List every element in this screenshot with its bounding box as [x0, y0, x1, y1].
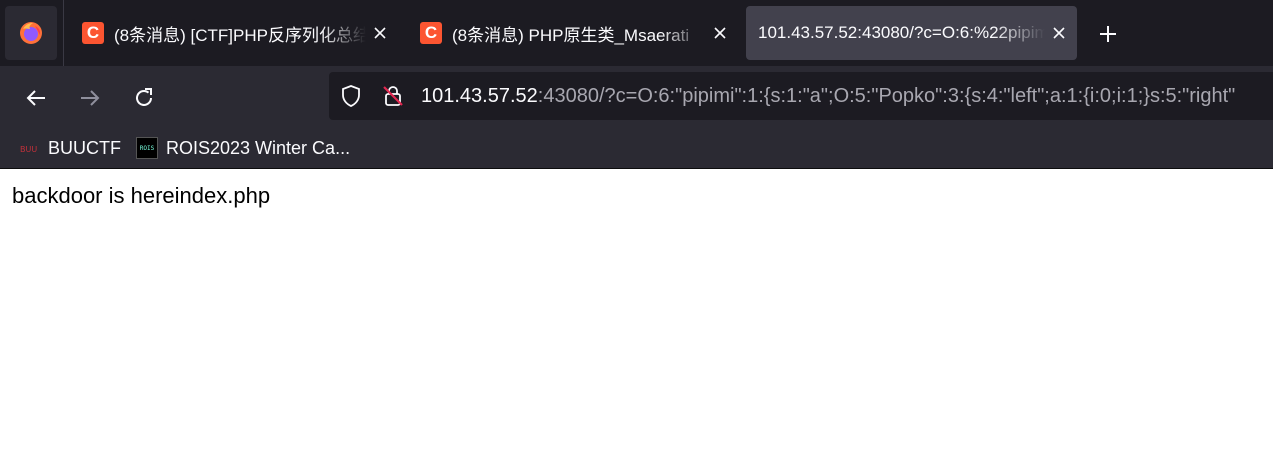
navigation-toolbar: 101.43.57.52:43080/?c=O:6:"pipimi":1:{s:… — [0, 66, 1273, 128]
url-host: 101.43.57.52 — [421, 85, 538, 107]
close-tab-icon[interactable] — [370, 23, 390, 43]
url-text[interactable]: 101.43.57.52:43080/?c=O:6:"pipimi":1:{s:… — [421, 85, 1235, 108]
close-tab-icon[interactable] — [710, 23, 730, 43]
tab-title: (8条消息) [CTF]PHP反序列化总结 — [114, 25, 366, 45]
url-path: :43080/?c=O:6:"pipimi":1:{s:1:"a";O:5:"P… — [537, 85, 1236, 107]
tab-php-native-class[interactable]: C (8条消息) PHP原生类_Msaerati — [408, 6, 738, 60]
page-content: backdoor is hereindex.php — [0, 169, 1273, 472]
csdn-c-icon: C — [420, 22, 442, 44]
close-tab-icon[interactable] — [1049, 23, 1069, 43]
csdn-c-icon: C — [82, 22, 104, 44]
firefox-view-button[interactable] — [5, 6, 57, 60]
tab-title: 101.43.57.52:43080/?c=O:6:%22pipimi — [758, 23, 1045, 42]
bookmark-label: BUUCTF — [48, 137, 121, 158]
forward-button[interactable] — [72, 80, 108, 116]
bookmarks-toolbar: BUU BUUCTF ROIS ROIS2023 Winter Ca... — [0, 128, 1273, 169]
back-arrow-icon — [26, 90, 45, 106]
tab-active-url[interactable]: 101.43.57.52:43080/?c=O:6:%22pipimi — [746, 6, 1077, 60]
bookmark-buuctf[interactable]: BUU BUUCTF — [18, 136, 121, 160]
forward-arrow-icon — [81, 90, 100, 106]
tracking-protection-shield-icon[interactable] — [339, 84, 363, 113]
tab-separator — [63, 0, 64, 66]
bookmark-rois2023[interactable]: ROIS ROIS2023 Winter Ca... — [136, 136, 350, 160]
buuctf-icon: BUU — [18, 137, 40, 159]
rois-icon-text: ROIS — [139, 144, 155, 152]
reload-button[interactable] — [126, 80, 162, 116]
reload-icon — [136, 88, 152, 106]
tab-ctf-php-deserialization[interactable]: C (8条消息) [CTF]PHP反序列化总结 — [70, 6, 398, 60]
back-button[interactable] — [18, 80, 54, 116]
firefox-logo-icon — [20, 22, 42, 44]
tab-title: (8条消息) PHP原生类_Msaerati — [452, 25, 690, 45]
page-body-text: backdoor is hereindex.php — [12, 183, 271, 208]
favicon-letter: C — [86, 23, 100, 42]
new-tab-button[interactable] — [1094, 20, 1122, 48]
url-bar[interactable]: 101.43.57.52:43080/?c=O:6:"pipimi":1:{s:… — [329, 72, 1273, 120]
rois-icon: ROIS — [136, 137, 158, 159]
insecure-lock-icon[interactable] — [381, 84, 405, 113]
bookmark-label: ROIS2023 Winter Ca... — [166, 137, 351, 158]
svg-text:BUU: BUU — [20, 145, 37, 154]
plus-icon — [1100, 26, 1116, 42]
favicon-letter: C — [424, 23, 438, 42]
tab-strip: C (8条消息) [CTF]PHP反序列化总结 C (8条消息) PHP原生类_… — [0, 0, 1273, 66]
